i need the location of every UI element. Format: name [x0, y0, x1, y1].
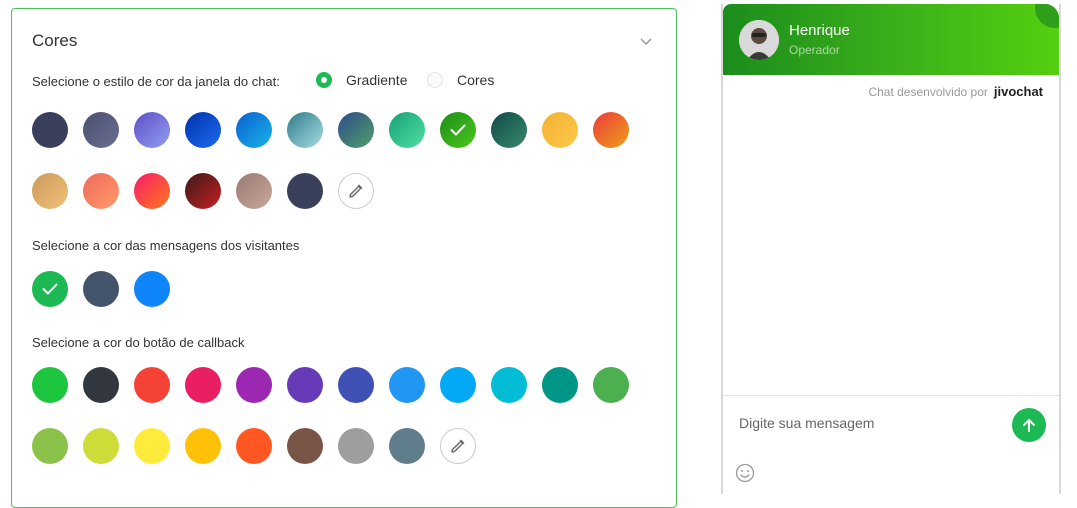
radio-colors-label: Cores: [457, 72, 495, 88]
callback-color-swatch[interactable]: [491, 367, 527, 403]
gradient-swatches-row-1: [32, 112, 652, 148]
powered-by: Chat desenvolvido por jivochat: [868, 84, 1043, 99]
gradient-swatch[interactable]: [185, 112, 221, 148]
chat-preview: Henrique Operador Chat desenvolvido por …: [721, 4, 1061, 494]
callback-color-swatch[interactable]: [287, 428, 323, 464]
callback-color-swatch[interactable]: [287, 367, 323, 403]
callback-color-swatch[interactable]: [389, 428, 425, 464]
callback-color-swatch[interactable]: [134, 367, 170, 403]
visitor-color-swatch[interactable]: [32, 271, 68, 307]
panel-title: Cores: [32, 31, 78, 50]
visitor-color-swatch[interactable]: [134, 271, 170, 307]
callback-color-swatch[interactable]: [440, 367, 476, 403]
emoji-icon[interactable]: [735, 463, 755, 483]
operator-name: Henrique: [789, 22, 850, 39]
powered-by-text: Chat desenvolvido por: [868, 84, 988, 99]
checkmark-icon: [450, 124, 466, 136]
chat-header: Henrique Operador: [723, 4, 1059, 75]
gradient-swatch[interactable]: [236, 112, 272, 148]
visitor-swatches: [32, 271, 652, 307]
eyedropper-icon: [349, 184, 363, 198]
callback-color-swatch[interactable]: [134, 428, 170, 464]
callback-color-label: Selecione a cor do botão de callback: [32, 335, 245, 350]
radio-unselected-icon[interactable]: [427, 72, 443, 88]
callback-color-swatch[interactable]: [83, 367, 119, 403]
radio-gradient[interactable]: Gradiente: [316, 72, 407, 88]
gradient-swatch[interactable]: [32, 173, 68, 209]
callback-color-swatch[interactable]: [338, 367, 374, 403]
colors-panel: Cores Selecione o estilo de cor da janel…: [11, 8, 677, 508]
callback-color-swatch[interactable]: [185, 367, 221, 403]
eyedropper-icon: [451, 439, 465, 453]
gradient-swatch[interactable]: [185, 173, 221, 209]
gradient-swatch[interactable]: [542, 112, 578, 148]
callback-color-swatch[interactable]: [32, 428, 68, 464]
chevron-down-icon[interactable]: [639, 35, 653, 49]
callback-color-swatch[interactable]: [593, 367, 629, 403]
gradient-swatch[interactable]: [83, 112, 119, 148]
header-corner-decoration: [1035, 4, 1059, 28]
jivochat-logo: jivochat: [993, 84, 1043, 99]
gradient-swatch[interactable]: [287, 112, 323, 148]
radio-selected-icon[interactable]: [316, 72, 332, 88]
callback-swatches-row-1: [32, 367, 652, 403]
gradient-swatch[interactable]: [440, 112, 476, 148]
operator-avatar: [739, 20, 779, 60]
callback-color-swatch[interactable]: [236, 367, 272, 403]
visitor-color-swatch[interactable]: [83, 271, 119, 307]
custom-color-picker-button[interactable]: [338, 173, 374, 209]
gradient-swatch[interactable]: [83, 173, 119, 209]
callback-color-swatch[interactable]: [83, 428, 119, 464]
callback-color-swatch[interactable]: [338, 428, 374, 464]
message-input[interactable]: Digite sua mensagem: [739, 415, 874, 431]
gradient-swatch[interactable]: [134, 173, 170, 209]
arrow-up-icon: [1023, 419, 1035, 432]
radio-colors[interactable]: Cores: [427, 72, 494, 88]
callback-color-swatch[interactable]: [32, 367, 68, 403]
callback-color-swatch[interactable]: [542, 367, 578, 403]
send-button[interactable]: [1012, 408, 1046, 442]
gradient-swatch[interactable]: [593, 112, 629, 148]
gradient-swatches-row-2: [32, 173, 652, 209]
callback-color-swatch[interactable]: [389, 367, 425, 403]
checkmark-icon: [42, 283, 58, 295]
gradient-swatch[interactable]: [287, 173, 323, 209]
callback-color-swatch[interactable]: [236, 428, 272, 464]
gradient-swatch[interactable]: [491, 112, 527, 148]
style-label: Selecione o estilo de cor da janela do c…: [32, 74, 280, 89]
callback-swatches-row-2: [32, 428, 652, 464]
gradient-swatch[interactable]: [338, 112, 374, 148]
callback-color-swatch[interactable]: [185, 428, 221, 464]
gradient-swatch[interactable]: [134, 112, 170, 148]
message-input-area: Digite sua mensagem: [723, 395, 1059, 495]
custom-color-picker-button[interactable]: [440, 428, 476, 464]
radio-gradient-label: Gradiente: [346, 72, 408, 88]
visitor-color-label: Selecione a cor das mensagens dos visita…: [32, 238, 300, 253]
gradient-swatch[interactable]: [32, 112, 68, 148]
operator-role: Operador: [789, 43, 840, 57]
gradient-swatch[interactable]: [236, 173, 272, 209]
avatar-photo-icon: [739, 20, 779, 60]
gradient-swatch[interactable]: [389, 112, 425, 148]
